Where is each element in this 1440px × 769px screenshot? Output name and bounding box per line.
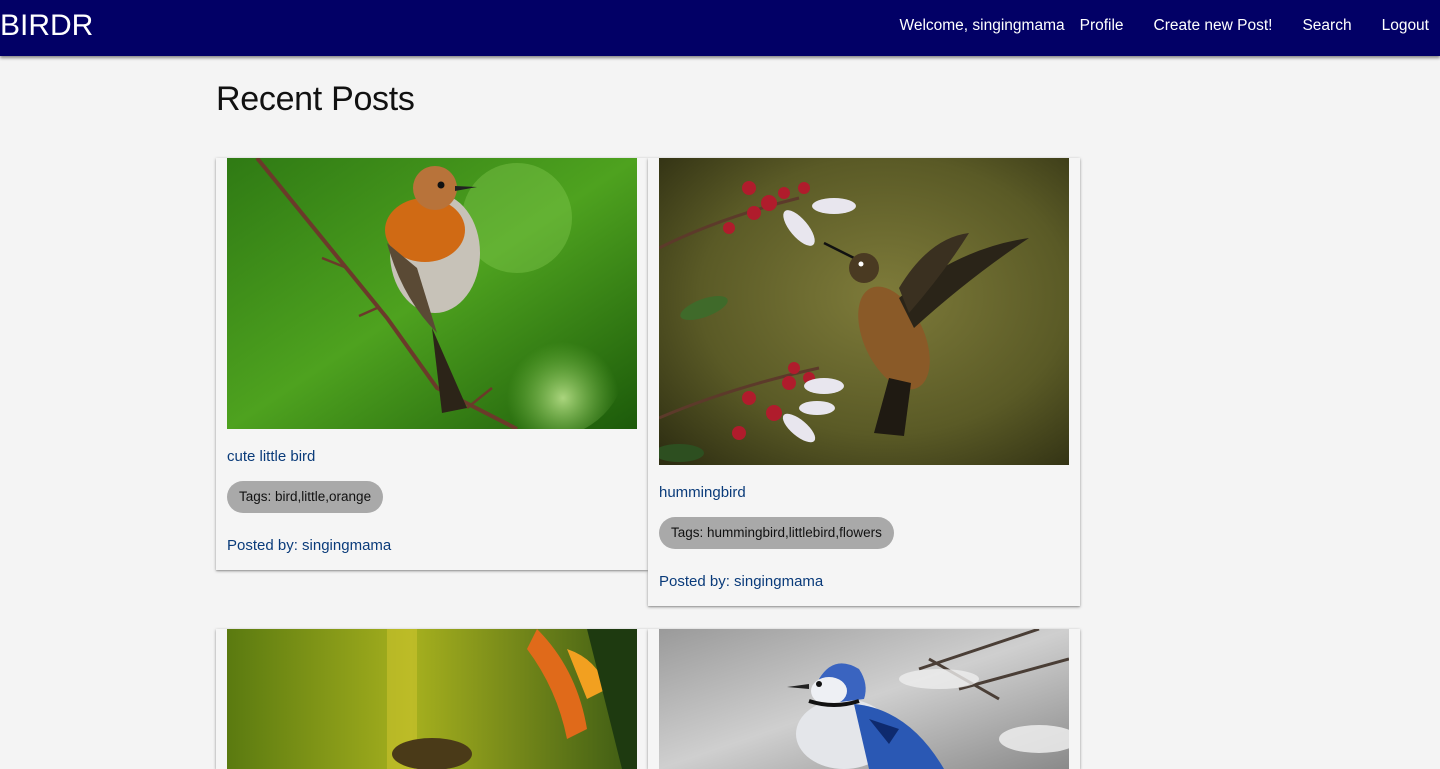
- nav-logout-link[interactable]: Logout: [1382, 17, 1429, 35]
- post-title[interactable]: cute little bird: [227, 448, 315, 465]
- post-card: hummingbird Tags: hummingbird,littlebird…: [648, 158, 1080, 606]
- top-navbar: BIRDR Welcome, singingmama Profile Creat…: [0, 0, 1440, 56]
- nav-create-post-link[interactable]: Create new Post!: [1154, 17, 1273, 35]
- post-card: [216, 629, 648, 769]
- post-image-bluejay[interactable]: [659, 629, 1069, 769]
- post-title[interactable]: hummingbird: [659, 484, 746, 501]
- post-image-robin[interactable]: [227, 158, 637, 429]
- post-card: cute little bird Tags: bird,little,orang…: [216, 158, 648, 570]
- post-image-sunbird[interactable]: [227, 629, 637, 769]
- welcome-text: Welcome, singingmama: [899, 17, 1065, 34]
- nav-links: Welcome, singingmama Profile Create new …: [899, 0, 1429, 52]
- page-title: Recent Posts: [216, 80, 415, 118]
- nav-profile-link[interactable]: Profile: [1080, 17, 1124, 35]
- nav-search-link[interactable]: Search: [1302, 17, 1351, 35]
- post-image-hummingbird[interactable]: [659, 158, 1069, 465]
- post-author[interactable]: Posted by: singingmama: [659, 573, 823, 590]
- post-tags-pill[interactable]: Tags: bird,little,orange: [227, 481, 384, 513]
- post-card: [648, 629, 1080, 769]
- post-tags-pill[interactable]: Tags: hummingbird,littlebird,flowers: [659, 517, 894, 549]
- post-author[interactable]: Posted by: singingmama: [227, 537, 391, 554]
- brand-logo[interactable]: BIRDR: [0, 8, 93, 44]
